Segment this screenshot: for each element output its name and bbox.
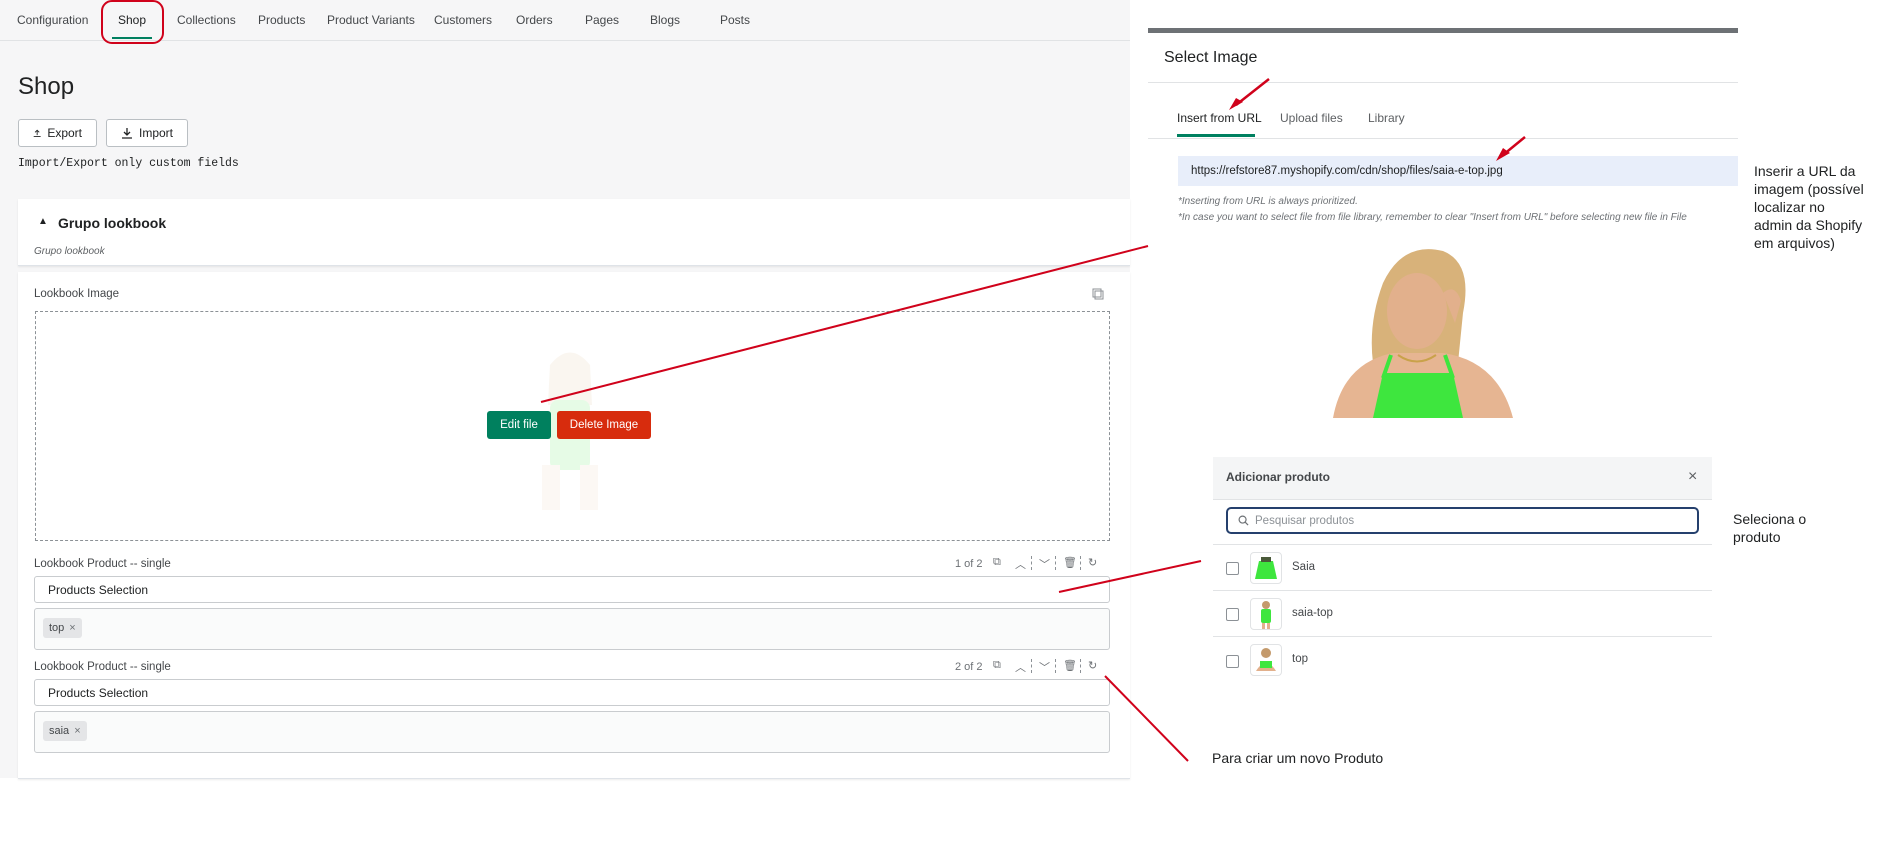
import-label: Import: [138, 126, 173, 140]
product-field-counter: 2 of 2: [955, 661, 983, 673]
remove-tag-icon[interactable]: ×: [69, 622, 75, 634]
import-export-note: Import/Export only custom fields: [18, 157, 239, 170]
products-selection-select[interactable]: Products Selection: [34, 576, 1110, 603]
product-checkbox[interactable]: [1226, 562, 1239, 575]
divider: [1055, 659, 1057, 673]
tab-orders[interactable]: Orders: [516, 13, 553, 27]
refresh-icon[interactable]: ↻: [1088, 556, 1097, 569]
divider: [1148, 82, 1738, 83]
page-title: Shop: [18, 73, 75, 100]
chevron-down-icon[interactable]: ﹀: [1039, 556, 1050, 572]
product-tag[interactable]: top ×: [43, 618, 82, 638]
annotation-insert-url: Inserir a URL da imagem (possível locali…: [1754, 163, 1864, 251]
product-list-item[interactable]: [1213, 636, 1712, 685]
annotation-select-product: Seleciona o produto: [1733, 511, 1807, 545]
selected-image-preview: [1313, 243, 1527, 418]
edit-file-button[interactable]: Edit file: [487, 411, 551, 439]
refresh-icon[interactable]: ↻: [1088, 659, 1097, 672]
selected-products-box: [34, 608, 1110, 650]
chevron-down-icon[interactable]: ﹀: [1039, 659, 1050, 675]
search-placeholder: Pesquisar produtos: [1255, 514, 1355, 527]
top-navigation: Configuration Shop Collections Products …: [0, 0, 1130, 41]
annotation-circle-shop: [101, 0, 164, 44]
selected-products-box: [34, 711, 1110, 753]
product-name: top: [1292, 653, 1308, 665]
product-tag[interactable]: saia ×: [43, 721, 87, 741]
annotation-create-product: Para criar um novo Produto: [1212, 750, 1384, 766]
chevron-up-icon[interactable]: ︿: [1015, 659, 1026, 675]
caret-up-icon[interactable]: ▲: [38, 216, 48, 227]
active-tab-indicator: [1177, 134, 1255, 137]
tab-posts[interactable]: Posts: [720, 13, 750, 27]
divider: [1080, 556, 1082, 570]
tab-customers[interactable]: Customers: [434, 13, 492, 27]
product-list-item[interactable]: [1213, 544, 1712, 591]
group-title[interactable]: Grupo lookbook: [58, 215, 166, 231]
url-hint-library: *In case you want to select file from fi…: [1178, 212, 1687, 223]
search-icon: [1238, 515, 1249, 526]
dialog-top-bar: [1148, 28, 1738, 33]
export-label: Export: [47, 126, 82, 140]
product-field-counter: 1 of 2: [955, 558, 983, 570]
image-url-input[interactable]: https://refstore87.myshopify.com/cdn/sho…: [1178, 156, 1738, 186]
divider: [1148, 138, 1738, 139]
product-field-label: Lookbook Product -- single: [34, 558, 171, 570]
tab-configuration[interactable]: Configuration: [17, 13, 88, 27]
tab-pages[interactable]: Pages: [585, 13, 619, 27]
product-name: Saia: [1292, 561, 1316, 573]
modal-title: Adicionar produto: [1226, 470, 1330, 484]
product-list-item[interactable]: [1213, 590, 1712, 637]
product-search-field[interactable]: Pesquisar produtos: [1226, 507, 1699, 534]
tab-products[interactable]: Products: [258, 13, 305, 27]
product-thumbnail: [1250, 552, 1282, 584]
product-name: saia-top: [1292, 607, 1333, 619]
tab-collections[interactable]: Collections: [177, 13, 236, 27]
copy-icon[interactable]: ⧉: [993, 659, 1001, 672]
tab-insert-from-url[interactable]: Insert from URL: [1177, 111, 1262, 125]
trash-icon[interactable]: 🗑: [1063, 659, 1077, 672]
product-checkbox[interactable]: [1226, 608, 1239, 621]
tab-library[interactable]: Library: [1368, 111, 1405, 125]
import-icon: [121, 128, 132, 139]
tab-product-variants[interactable]: Product Variants: [327, 13, 415, 27]
tab-blogs[interactable]: Blogs: [650, 13, 680, 27]
export-button[interactable]: Export: [18, 119, 97, 147]
divider: [1031, 659, 1033, 673]
tab-upload-files[interactable]: Upload files: [1280, 111, 1343, 125]
divider: [1031, 556, 1033, 570]
product-thumbnail: [1250, 598, 1282, 630]
url-hint-priority: *Inserting from URL is always prioritize…: [1178, 196, 1358, 207]
product-checkbox[interactable]: [1226, 655, 1239, 668]
import-button[interactable]: Import: [106, 119, 188, 147]
copy-icon[interactable]: [1092, 288, 1104, 300]
divider: [1055, 556, 1057, 570]
group-card: [18, 199, 1130, 266]
chevron-up-icon[interactable]: ︿: [1015, 556, 1026, 572]
group-subtitle: Grupo lookbook: [34, 246, 105, 257]
product-thumbnail: [1250, 644, 1282, 676]
product-field-label: Lookbook Product -- single: [34, 661, 171, 673]
close-icon[interactable]: ×: [1688, 468, 1697, 486]
products-selection-select[interactable]: Products Selection: [34, 679, 1110, 706]
divider: [1080, 659, 1082, 673]
select-image-title: Select Image: [1164, 49, 1258, 66]
delete-image-button[interactable]: Delete Image: [557, 411, 651, 439]
trash-icon[interactable]: 🗑: [1063, 556, 1077, 569]
remove-tag-icon[interactable]: ×: [74, 725, 80, 737]
export-icon: [33, 129, 41, 137]
copy-icon[interactable]: ⧉: [993, 556, 1001, 569]
lookbook-image-label: Lookbook Image: [34, 288, 120, 300]
